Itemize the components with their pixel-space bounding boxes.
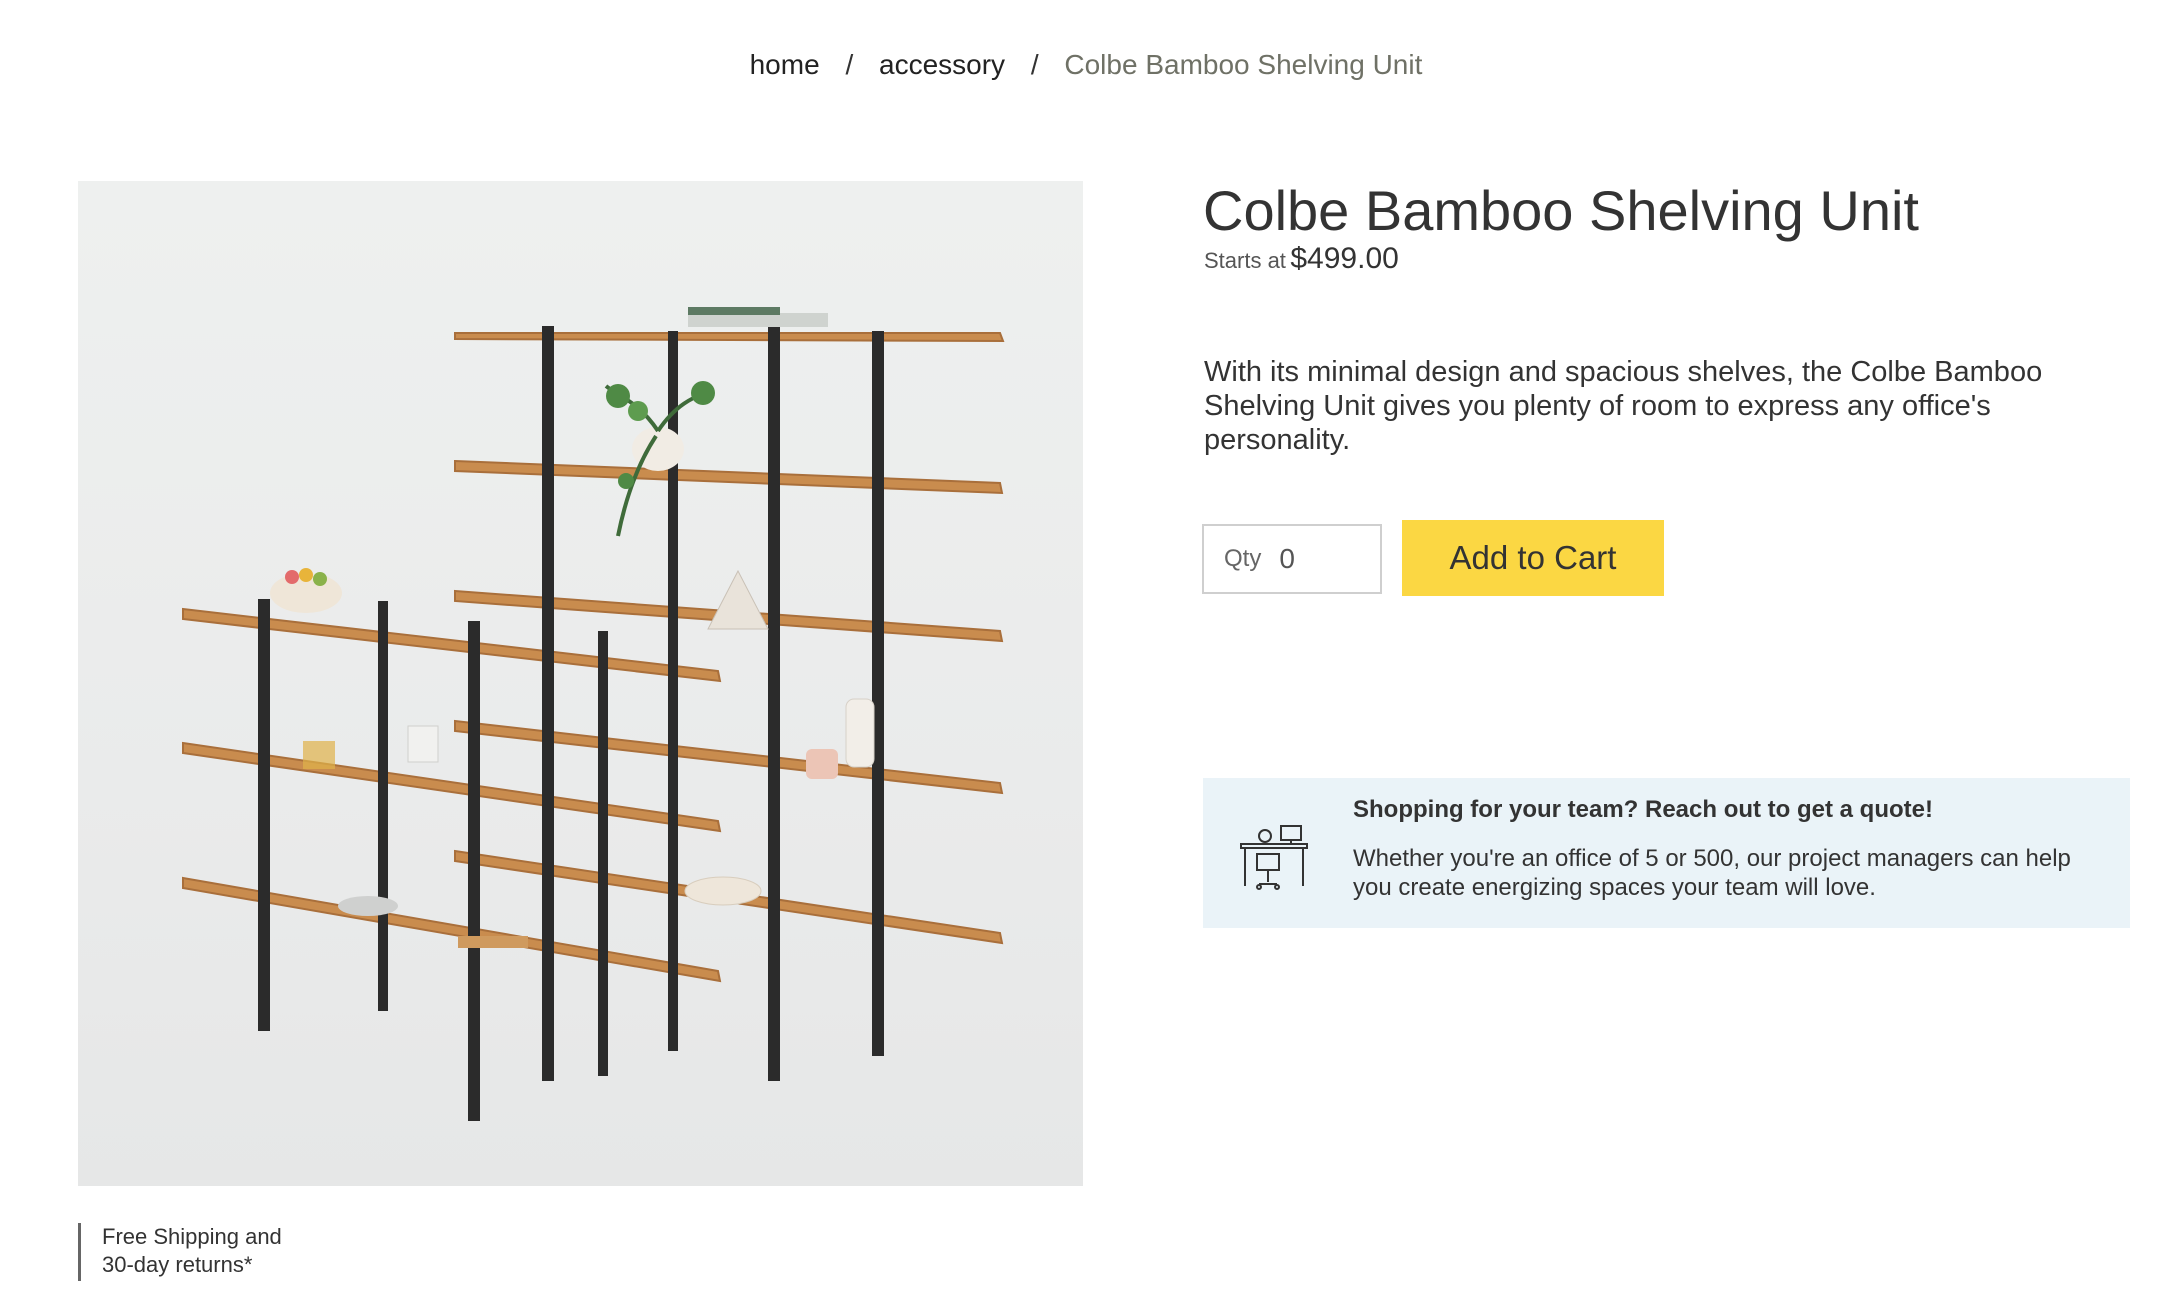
price-prefix: Starts at — [1204, 248, 1286, 273]
product-description: With its minimal design and spacious she… — [1204, 356, 2043, 456]
quantity-label: Qty — [1224, 545, 1262, 572]
product-image[interactable] — [78, 181, 1083, 1186]
add-to-cart-button[interactable]: Add to Cart — [1402, 520, 1664, 596]
breadcrumb-home[interactable]: home — [750, 49, 820, 80]
breadcrumb-separator: / — [1030, 49, 1039, 80]
shipping-line-2: 30-day returns* — [102, 1252, 253, 1277]
breadcrumb: home / accessory / Colbe Bamboo Shelving… — [0, 45, 2172, 85]
product-price: $499.00 — [1290, 242, 1399, 275]
quote-text: Whether you're an office of 5 or 500, ou… — [1353, 845, 2071, 901]
office-desk-icon — [1239, 814, 1309, 894]
quantity-field[interactable]: Qty — [1202, 524, 1382, 594]
quantity-input[interactable] — [1277, 542, 1362, 576]
product-title: Colbe Bamboo Shelving Unit — [1203, 179, 1919, 242]
breadcrumb-separator: / — [845, 49, 854, 80]
shipping-note: Free Shipping and 30-day returns* — [78, 1223, 282, 1281]
breadcrumb-accessory[interactable]: accessory — [879, 49, 1005, 80]
quote-title: Shopping for your team? Reach out to get… — [1353, 796, 1933, 823]
team-quote-banner: Shopping for your team? Reach out to get… — [1203, 778, 2130, 928]
breadcrumb-current: Colbe Bamboo Shelving Unit — [1064, 49, 1423, 80]
shipping-line-1: Free Shipping and — [102, 1224, 282, 1249]
price-row: Starts at $499.00 — [1204, 242, 1399, 276]
